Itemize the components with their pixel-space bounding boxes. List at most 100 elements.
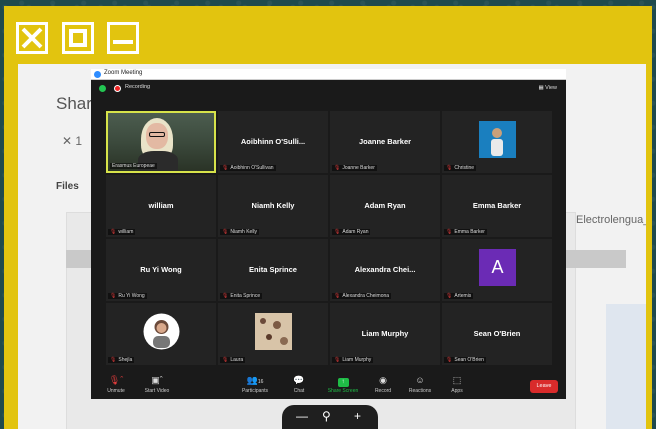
mic-muted-icon: 🎙 (110, 293, 117, 299)
participant-tile[interactable]: 🎙 Shejla (106, 303, 216, 365)
participant-name-label: 🎙 Emma Barker (444, 229, 487, 235)
participant-label-text: Aoibhinn O'Sullivan (230, 165, 274, 171)
participant-display-name: Sean O'Brien (473, 329, 521, 338)
participant-tile[interactable]: Adam Ryan 🎙 Adam Ryan (330, 175, 440, 237)
participant-tile[interactable]: Liam Murphy 🎙 Liam Murphy (330, 303, 440, 365)
participant-name-label: Erasmus Europeae (110, 163, 157, 169)
participants-button[interactable]: 👥16 Participants (237, 374, 273, 394)
mic-muted-icon: 🎙 (446, 293, 453, 299)
leave-button[interactable]: Leave (530, 380, 558, 393)
participant-tile[interactable]: Niamh Kelly 🎙 Niamh Kelly (218, 175, 328, 237)
participant-display-name: Enita Sprince (249, 265, 297, 274)
participant-name-label: 🎙 Niamh Kelly (220, 229, 260, 235)
mic-muted-icon: 🎙 (334, 357, 341, 363)
background-page-title: Shar (56, 94, 92, 113)
mic-muted-icon: 🎙 (446, 165, 453, 171)
participant-label-text: Niamh Kelly (230, 229, 258, 235)
participant-label-text: Liam Murphy (342, 357, 372, 363)
participant-tile[interactable]: 🎙 Christine (442, 111, 552, 173)
participant-display-name: william (148, 201, 174, 210)
participant-photo (143, 313, 180, 350)
participant-photo (479, 121, 516, 158)
share-screen-label: Share Screen (327, 388, 359, 394)
view-label: View (545, 85, 557, 91)
participant-tile[interactable]: Emma Barker 🎙 Emma Barker (442, 175, 552, 237)
participant-tile[interactable]: 🎙 Laura (218, 303, 328, 365)
participant-display-name: Emma Barker (472, 201, 522, 210)
share-screen-button[interactable]: ↑ Share Screen (326, 374, 360, 394)
background-thumbnail (606, 304, 646, 429)
background-file-name: Electrolengua_ (576, 214, 646, 226)
participant-label-text: Artemis (454, 293, 472, 299)
recording-label: Recording (125, 84, 151, 90)
participant-label-text: Ru Yi Wong (118, 293, 145, 299)
reactions-label: Reactions (408, 388, 432, 394)
zoom-window-title: Zoom Meeting (104, 70, 143, 76)
participant-label-text: Laura (230, 357, 244, 363)
record-label: Record (374, 388, 392, 394)
mic-muted-icon: 🎙 (334, 165, 341, 171)
mic-muted-icon: 🎙 (110, 357, 117, 363)
zoom-top-bar: Recording ▦ View (91, 80, 566, 98)
participant-tile[interactable]: Joanne Barker 🎙 Joanne Barker (330, 111, 440, 173)
participant-label-text: Erasmus Europeae (112, 163, 155, 169)
participant-display-name: Aoibhinn O'Sulli... (240, 137, 306, 146)
participant-label-text: Joanne Barker (342, 165, 375, 171)
participant-tile[interactable]: Alexandra Chei... 🎙 Alexandra Cheimona (330, 239, 440, 301)
participant-name-label: 🎙 Artemis (444, 293, 474, 299)
mic-muted-icon: 🎙 (222, 165, 229, 171)
maximize-icon[interactable] (62, 22, 94, 54)
participant-name-label: 🎙 Joanne Barker (332, 165, 377, 171)
floating-zoom-controls: — ⚲ + (282, 405, 378, 429)
participant-tile[interactable]: Aoibhinn O'Sulli... 🎙 Aoibhinn O'Sullivan (218, 111, 328, 173)
mic-muted-icon: 🎙 (334, 229, 341, 235)
mic-muted-icon: 🎙 (334, 293, 341, 299)
zoom-window: Zoom Meeting Recording ▦ View Erasmus Eu… (91, 69, 566, 399)
zoom-logo-icon (94, 71, 101, 78)
mic-muted-icon: 🎙 (446, 357, 453, 363)
participant-tile[interactable]: Sean O'Brien 🎙 Sean O'Brien (442, 303, 552, 365)
participants-count: 16 (257, 379, 264, 385)
participant-name-label: 🎙 william (108, 229, 136, 235)
security-shield-icon[interactable] (99, 85, 106, 92)
participant-grid: Erasmus Europeae Aoibhinn O'Sulli... 🎙 Aoib… (106, 111, 552, 371)
minimize-icon[interactable] (107, 22, 139, 54)
participant-display-name: Joanne Barker (358, 137, 412, 146)
record-button[interactable]: ◉ Record (372, 374, 394, 394)
zoom-in-button[interactable]: + (354, 409, 361, 423)
participant-display-name: Adam Ryan (364, 201, 406, 210)
recording-icon (114, 85, 121, 92)
zoom-out-button[interactable]: — (296, 409, 308, 423)
participant-name-label: 🎙 Enita Sprince (220, 293, 263, 299)
participant-label-text: Alexandra Cheimona (342, 293, 390, 299)
background-close-text: ✕ 1 (62, 134, 83, 148)
apps-button[interactable]: ⬚ Apps (447, 374, 467, 394)
participant-tile[interactable]: Erasmus Europeae (106, 111, 216, 173)
unmute-button[interactable]: 🎙ˆ Unmute (101, 374, 131, 394)
participant-tile[interactable]: william 🎙 william (106, 175, 216, 237)
meeting-toolbar: 🎙ˆ Unmute ▣ˆ Start Video 👥16 Participant… (91, 371, 566, 399)
participants-icon: 👥16 (246, 375, 264, 385)
reactions-button[interactable]: ☺ Reactions (406, 374, 434, 394)
start-video-button[interactable]: ▣ˆ Start Video (139, 374, 175, 394)
participant-letter-avatar: A (479, 249, 516, 286)
participant-label-text: william (118, 229, 134, 235)
view-button[interactable]: ▦ View (535, 83, 560, 93)
participant-name-label: 🎙 Laura (220, 357, 246, 363)
participant-label-text: Enita Sprince (230, 293, 261, 299)
participant-display-name: Liam Murphy (361, 329, 409, 338)
participant-name-label: 🎙 Christine (444, 165, 477, 171)
share-screen-icon: ↑ (337, 378, 349, 387)
record-icon: ◉ (379, 375, 387, 385)
chat-button[interactable]: 💬 Chat (289, 374, 309, 394)
participant-tile[interactable]: A 🎙 Artemis (442, 239, 552, 301)
apps-icon: ⬚ (452, 375, 462, 385)
close-icon[interactable] (16, 22, 48, 54)
mic-muted-icon: 🎙 (446, 229, 453, 235)
mic-muted-icon: 🎙 (110, 229, 117, 235)
participant-label-text: Christine (454, 165, 475, 171)
participant-display-name: Ru Yi Wong (140, 265, 182, 274)
participant-tile[interactable]: Ru Yi Wong 🎙 Ru Yi Wong (106, 239, 216, 301)
participant-tile[interactable]: Enita Sprince 🎙 Enita Sprince (218, 239, 328, 301)
participant-label-text: Shejla (118, 357, 133, 363)
